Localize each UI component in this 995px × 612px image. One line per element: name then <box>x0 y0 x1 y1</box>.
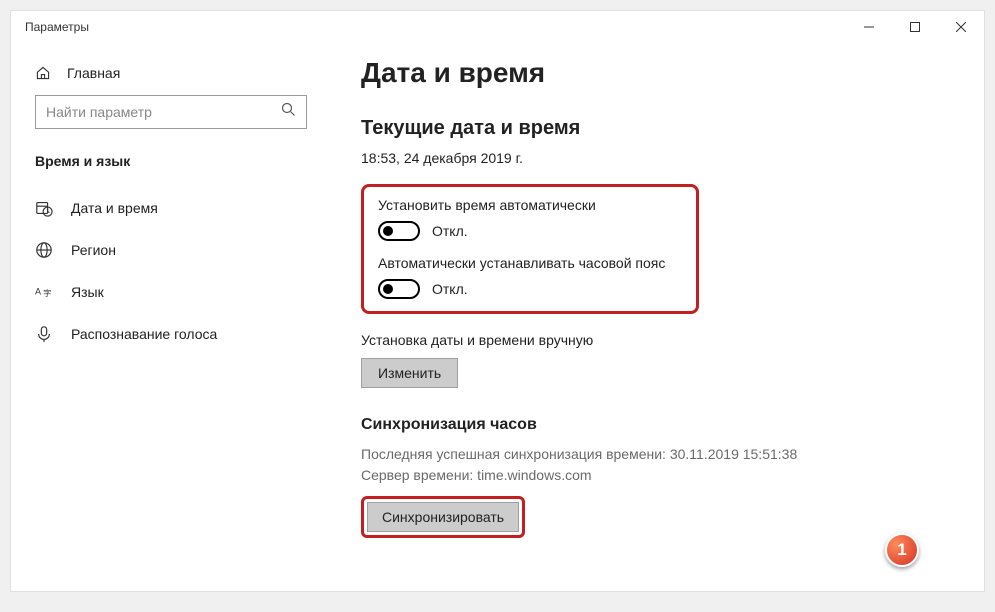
main-panel: Дата и время Текущие дата и время 18:53,… <box>331 43 984 591</box>
category-title: Время и язык <box>11 147 331 187</box>
sync-last-success: Последняя успешная синхронизация времени… <box>361 444 984 465</box>
sync-section: Синхронизация часов Последняя успешная с… <box>361 416 984 538</box>
annotation-marker-1: 1 <box>885 533 919 567</box>
current-datetime-heading: Текущие дата и время <box>361 117 984 140</box>
auto-tz-toggle[interactable] <box>378 279 420 299</box>
sidebar-item-label: Регион <box>71 242 116 258</box>
microphone-icon <box>35 325 53 343</box>
close-button[interactable] <box>938 11 984 43</box>
current-datetime-value: 18:53, 24 декабря 2019 г. <box>361 150 984 166</box>
highlight-box-sync: Синхронизировать <box>361 496 525 538</box>
search-box[interactable] <box>35 95 307 129</box>
auto-tz-toggle-row: Откл. <box>378 279 682 299</box>
manual-set-heading: Установка даты и времени вручную <box>361 332 984 348</box>
content-area: Главная Время и язык Дата и время <box>11 43 984 591</box>
home-link[interactable]: Главная <box>11 57 331 95</box>
globe-icon <box>35 241 53 259</box>
auto-tz-label: Автоматически устанавливать часовой пояс <box>378 255 682 271</box>
maximize-button[interactable] <box>892 11 938 43</box>
auto-time-state: Откл. <box>432 223 468 239</box>
sync-button[interactable]: Синхронизировать <box>367 502 519 532</box>
auto-tz-state: Откл. <box>432 281 468 297</box>
sidebar: Главная Время и язык Дата и время <box>11 43 331 591</box>
sidebar-item-datetime[interactable]: Дата и время <box>11 187 331 229</box>
search-icon <box>281 102 296 122</box>
sync-heading: Синхронизация часов <box>361 416 984 434</box>
close-icon <box>956 22 966 32</box>
window-title: Параметры <box>25 20 89 34</box>
settings-window: Параметры Главная <box>10 10 985 592</box>
svg-text:A: A <box>35 286 41 296</box>
sync-server: Сервер времени: time.windows.com <box>361 465 984 486</box>
maximize-icon <box>910 22 920 32</box>
sidebar-item-label: Дата и время <box>71 200 158 216</box>
sidebar-item-speech[interactable]: Распознавание голоса <box>11 313 331 355</box>
language-icon: A字 <box>35 283 53 301</box>
highlight-box-toggles: Установить время автоматически Откл. Авт… <box>361 184 699 314</box>
search-wrap <box>11 95 331 147</box>
change-button[interactable]: Изменить <box>361 358 458 388</box>
auto-time-toggle-row: Откл. <box>378 221 682 241</box>
page-title: Дата и время <box>361 57 984 89</box>
minimize-button[interactable] <box>846 11 892 43</box>
home-label: Главная <box>67 65 120 81</box>
minimize-icon <box>864 22 874 32</box>
sidebar-item-label: Язык <box>71 284 104 300</box>
calendar-clock-icon <box>35 199 53 217</box>
sidebar-item-language[interactable]: A字 Язык <box>11 271 331 313</box>
auto-time-toggle[interactable] <box>378 221 420 241</box>
sidebar-item-label: Распознавание голоса <box>71 326 217 342</box>
window-controls <box>846 11 984 43</box>
search-input[interactable] <box>46 104 281 120</box>
titlebar: Параметры <box>11 11 984 43</box>
sidebar-item-region[interactable]: Регион <box>11 229 331 271</box>
home-icon <box>35 65 51 81</box>
svg-text:字: 字 <box>43 288 51 298</box>
auto-time-label: Установить время автоматически <box>378 197 682 213</box>
